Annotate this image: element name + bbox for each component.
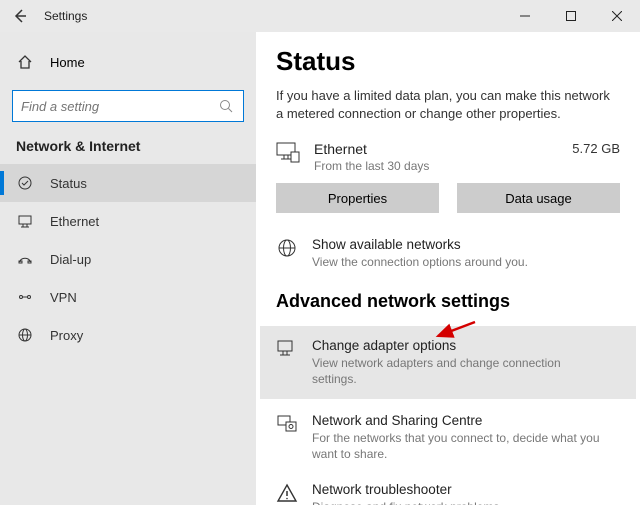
nav-label: Dial-up [50, 252, 91, 267]
ethernet-sub: From the last 30 days [314, 159, 558, 173]
nav-item-vpn[interactable]: VPN [0, 278, 256, 316]
intro-text: If you have a limited data plan, you can… [276, 87, 620, 123]
sidebar: Home Network & Internet Status Ethernet … [0, 32, 256, 505]
search-input[interactable] [21, 99, 217, 114]
window-controls [502, 0, 640, 32]
troubleshooter-title: Network troubleshooter [312, 482, 503, 497]
vpn-icon [16, 288, 34, 306]
home-icon [16, 53, 34, 71]
proxy-icon [16, 326, 34, 344]
nav-item-ethernet[interactable]: Ethernet [0, 202, 256, 240]
close-button[interactable] [594, 0, 640, 32]
nav-label: Status [50, 176, 87, 191]
back-button[interactable] [0, 0, 40, 32]
minimize-button[interactable] [502, 0, 548, 32]
change-adapter-sub: View network adapters and change connect… [312, 355, 602, 387]
status-icon [16, 174, 34, 192]
adapter-icon [276, 338, 298, 360]
show-networks-sub: View the connection options around you. [312, 254, 528, 270]
back-arrow-icon [12, 8, 28, 24]
titlebar: Settings [0, 0, 640, 32]
nav-label: Proxy [50, 328, 83, 343]
window-title: Settings [40, 9, 502, 23]
warning-icon [276, 482, 298, 504]
ethernet-icon [16, 212, 34, 230]
nav-label: Ethernet [50, 214, 99, 229]
sharing-centre-sub: For the networks that you connect to, de… [312, 430, 602, 462]
nav-item-status[interactable]: Status [0, 164, 256, 202]
monitor-icon [276, 141, 300, 165]
show-networks-option[interactable]: Show available networks View the connect… [276, 237, 620, 270]
show-networks-title: Show available networks [312, 237, 528, 252]
ethernet-row: Ethernet From the last 30 days 5.72 GB [276, 141, 620, 173]
home-button[interactable]: Home [0, 44, 256, 80]
dialup-icon [16, 250, 34, 268]
ethernet-name: Ethernet [314, 141, 558, 157]
category-title: Network & Internet [0, 138, 256, 164]
ethernet-usage: 5.72 GB [572, 141, 620, 156]
troubleshooter-sub: Diagnose and fix network problems. [312, 499, 503, 505]
change-adapter-option[interactable]: Change adapter options View network adap… [260, 326, 636, 399]
sharing-centre-title: Network and Sharing Centre [312, 413, 602, 428]
search-box[interactable] [12, 90, 244, 122]
nav-item-dialup[interactable]: Dial-up [0, 240, 256, 278]
home-label: Home [50, 55, 85, 70]
troubleshooter-option[interactable]: Network troubleshooter Diagnose and fix … [276, 482, 620, 505]
data-usage-button[interactable]: Data usage [457, 183, 620, 213]
properties-button[interactable]: Properties [276, 183, 439, 213]
change-adapter-title: Change adapter options [312, 338, 602, 353]
advanced-section-title: Advanced network settings [276, 291, 620, 312]
nav-item-proxy[interactable]: Proxy [0, 316, 256, 354]
globe-icon [276, 237, 298, 259]
content-area: Status If you have a limited data plan, … [256, 32, 640, 505]
maximize-button[interactable] [548, 0, 594, 32]
sharing-centre-option[interactable]: Network and Sharing Centre For the netwo… [276, 413, 620, 462]
page-title: Status [276, 46, 620, 77]
sharing-icon [276, 413, 298, 435]
search-icon [217, 97, 235, 115]
nav-label: VPN [50, 290, 77, 305]
